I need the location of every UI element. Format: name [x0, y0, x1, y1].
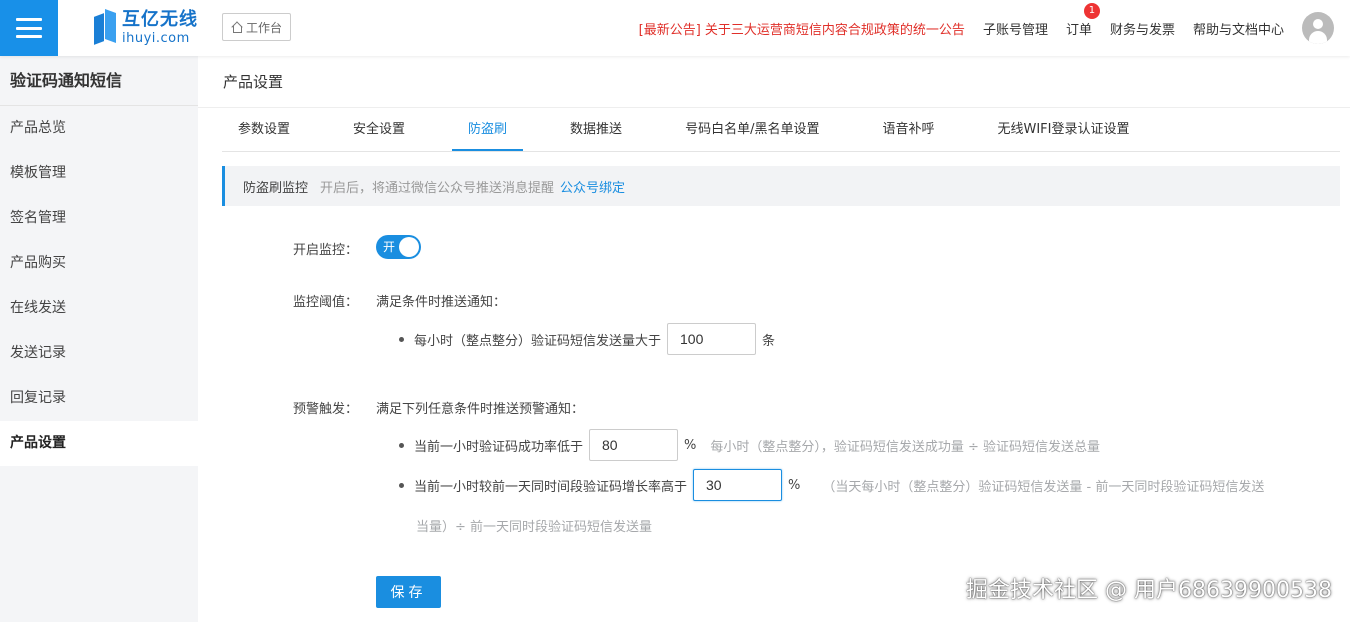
hourly-volume-input[interactable] — [667, 323, 757, 355]
threshold-unit: 条 — [762, 333, 776, 349]
nav-help-link[interactable]: 帮助与文档中心 — [1193, 19, 1284, 38]
threshold-row: 每小时（整点整分）验证码短信发送量大于 条 — [399, 323, 789, 355]
success-rate-text: 当前一小时验证码成功率低于 — [414, 439, 584, 455]
growth-rate-unit: % — [788, 477, 801, 493]
toggle-knob — [399, 237, 419, 257]
tab-wifi-auth[interactable]: 无线WIFI登录认证设置 — [981, 114, 1145, 151]
settings-tabs: 参数设置 安全设置 防盗刷 数据推送 号码白名单/黑名单设置 语音补呼 无线WI… — [222, 114, 1340, 152]
monitor-toggle[interactable]: 开 — [376, 235, 421, 259]
threshold-row-text: 每小时（整点整分）验证码短信发送量大于 — [414, 333, 662, 349]
nav-orders-link[interactable]: 订单 1 — [1065, 2, 1100, 38]
sidebar-item-templates[interactable]: 模板管理 — [0, 151, 198, 196]
bullet-dot — [399, 482, 404, 488]
growth-rate-input[interactable] — [693, 469, 783, 501]
home-icon — [231, 22, 242, 33]
sidebar: 验证码通知短信 产品总览 模板管理 签名管理 产品购买 在线发送 发送记录 回复… — [0, 56, 198, 622]
top-bar: 互亿无线 ihuyi.com 工作台 [最新公告] 关于三大运营商短信内容合规政… — [0, 0, 1350, 56]
banner-description: 开启后，将通过微信公众号推送消息提醒 — [320, 180, 555, 196]
workbench-button[interactable]: 工作台 — [222, 13, 292, 41]
sidebar-item-reply-records[interactable]: 回复记录 — [0, 376, 198, 421]
order-count-badge: 1 — [1083, 2, 1100, 19]
threshold-label: 监控阈值： — [292, 295, 358, 310]
info-banner: 防盗刷监控 开启后，将通过微信公众号推送消息提醒 公众号绑定 — [222, 166, 1340, 206]
page-title: 产品设置 — [198, 56, 1350, 108]
sidebar-item-send-records[interactable]: 发送记录 — [0, 331, 198, 376]
banner-title: 防盗刷监控 — [243, 180, 309, 196]
sidebar-item-product-settings[interactable]: 产品设置 — [0, 421, 198, 466]
announcement-link[interactable]: [最新公告] 关于三大运营商短信内容合规政策的统一公告 — [639, 19, 965, 38]
save-button[interactable]: 保存 — [376, 576, 441, 608]
growth-rate-text: 当前一小时较前一天同时间段验证码增长率高于 — [414, 479, 688, 495]
hamburger-icon — [16, 18, 42, 38]
main-content: 产品设置 参数设置 安全设置 防盗刷 数据推送 号码白名单/黑名单设置 语音补呼… — [198, 56, 1350, 622]
warning-row-success-rate: 当前一小时验证码成功率低于 % 每小时（整点整分），验证码短信发送成功量 ÷ 验… — [399, 429, 1100, 461]
growth-rate-hint-continued: 当量）÷ 前一天同时段验证码短信发送量 — [416, 520, 653, 535]
threshold-intro: 满足条件时推送通知： — [376, 295, 507, 310]
nav-orders-label: 订单 — [1065, 22, 1092, 38]
tab-data-push[interactable]: 数据推送 — [554, 114, 638, 151]
sidebar-item-purchase[interactable]: 产品购买 — [0, 241, 198, 286]
bullet-dot — [399, 442, 404, 448]
tab-params[interactable]: 参数设置 — [222, 114, 306, 151]
nav-subaccount-link[interactable]: 子账号管理 — [983, 19, 1048, 38]
workbench-label: 工作台 — [246, 20, 283, 35]
brand-name-cn: 互亿无线 — [122, 9, 198, 30]
toggle-text: 开 — [383, 240, 396, 254]
nav-finance-link[interactable]: 财务与发票 — [1110, 19, 1175, 38]
sidebar-item-signatures[interactable]: 签名管理 — [0, 196, 198, 241]
watermark-text: 掘金技术社区 @ 用户68639900538 — [966, 578, 1332, 603]
bind-wechat-link[interactable]: 公众号绑定 — [560, 177, 625, 196]
tab-voice-callback[interactable]: 语音补呼 — [866, 114, 950, 151]
menu-toggle-button[interactable] — [0, 0, 58, 56]
monitor-label: 开启监控： — [292, 243, 358, 258]
sidebar-item-overview[interactable]: 产品总览 — [0, 106, 198, 151]
success-rate-input[interactable] — [589, 429, 679, 461]
header-nav: [最新公告] 关于三大运营商短信内容合规政策的统一公告 子账号管理 订单 1 财… — [639, 0, 1350, 56]
sidebar-item-online-send[interactable]: 在线发送 — [0, 286, 198, 331]
tab-anti-fraud[interactable]: 防盗刷 — [452, 114, 524, 151]
success-rate-unit: % — [684, 437, 697, 453]
brand-logo[interactable]: 互亿无线 ihuyi.com — [92, 8, 198, 48]
user-avatar[interactable] — [1302, 12, 1334, 44]
logo-mark-icon — [92, 8, 118, 47]
growth-rate-hint: （当天每小时（整点整分）验证码短信发送量 - 前一天同时段验证码短信发送 — [822, 479, 1265, 495]
bullet-dot — [399, 336, 404, 342]
brand-name-en: ihuyi.com — [122, 31, 190, 46]
tab-whitelist-blacklist[interactable]: 号码白名单/黑名单设置 — [669, 114, 835, 151]
warning-intro: 满足下列任意条件时推送预警通知： — [376, 402, 585, 417]
warning-label: 预警触发： — [292, 402, 358, 417]
success-rate-hint: 每小时（整点整分），验证码短信发送成功量 ÷ 验证码短信发送总量 — [710, 439, 1101, 455]
sidebar-title: 验证码通知短信 — [0, 56, 198, 106]
warning-row-growth-rate: 当前一小时较前一天同时间段验证码增长率高于 % （当天每小时（整点整分）验证码短… — [399, 469, 1264, 501]
tab-security[interactable]: 安全设置 — [337, 114, 421, 151]
